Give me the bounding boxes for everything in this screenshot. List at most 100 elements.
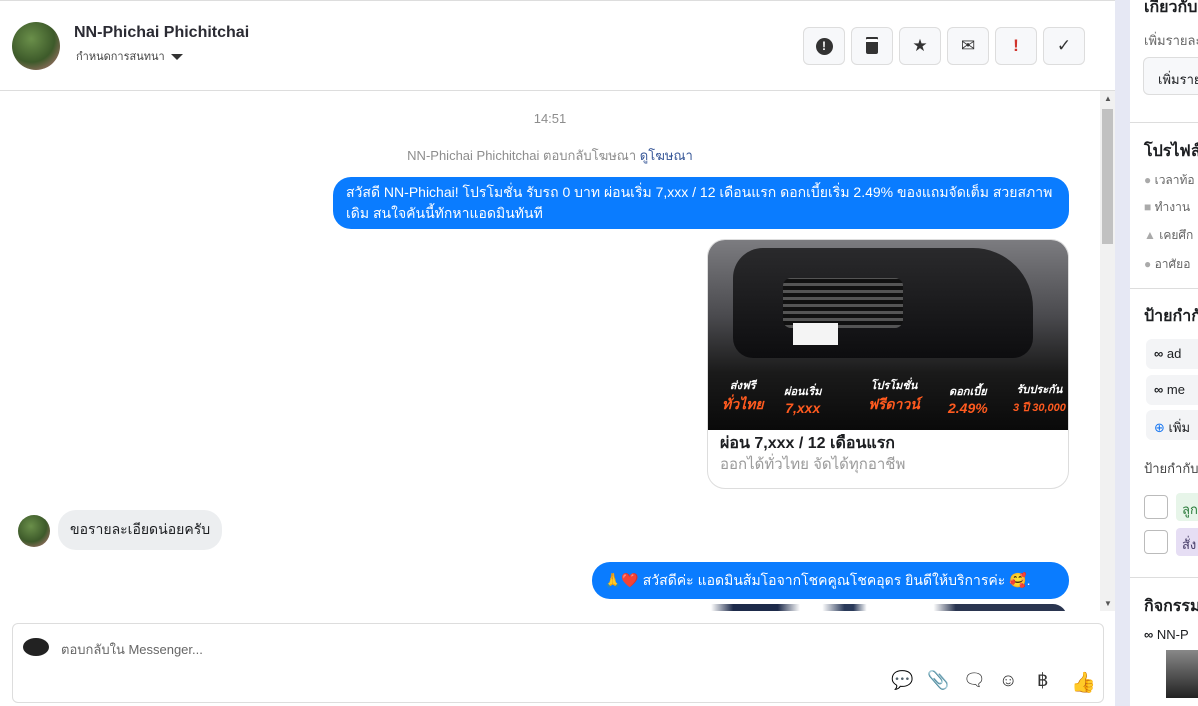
promo-title: ส่งฟรี	[729, 380, 756, 392]
promo-value: ฟรีดาวน์	[868, 396, 920, 412]
about-heading: เกี่ยวกับ	[1144, 0, 1198, 16]
alert-circle-icon: !	[815, 37, 833, 55]
add-label-text: เพิ่ม	[1168, 420, 1191, 435]
label-chip[interactable]: ∞ me	[1146, 375, 1198, 405]
label-checkbox[interactable]	[1144, 530, 1168, 554]
activity-label: NN-P	[1156, 627, 1189, 642]
spam-button[interactable]: !	[803, 27, 845, 65]
star-button[interactable]: ★	[899, 27, 941, 65]
car-image: ส่งฟรีทั่วไทย ผ่อนเริ่ม 7,xxx โปรโมชั่นฟร…	[708, 240, 1068, 430]
contact-name[interactable]: NN-Phichai Phichitchai	[74, 24, 249, 42]
sender-avatar	[18, 515, 50, 547]
conversation-panel: NN-Phichai Phichitchai กำหนดการสนทนา ! ★…	[0, 0, 1115, 706]
emoji-icon[interactable]: ☺	[999, 670, 1017, 691]
image-preview[interactable]	[622, 604, 1067, 611]
clock-icon: ●	[1144, 173, 1152, 187]
meta-icon: ∞	[1144, 627, 1154, 642]
attachment-icon[interactable]: 📎	[927, 670, 949, 691]
chip-label: me	[1166, 382, 1185, 397]
profile-row-label: เวลาท้อ	[1154, 173, 1195, 187]
thumbs-up-icon[interactable]: 👍	[1071, 670, 1096, 695]
profile-row-label: เคยศึก	[1159, 228, 1194, 242]
label-chip[interactable]: ∞ ad	[1146, 339, 1198, 369]
about-hint: เพิ่มรายละ	[1144, 33, 1198, 48]
profile-row-time: ● เวลาท้อ	[1144, 171, 1195, 190]
promo-item: โปรโมชั่นฟรีดาวน์	[868, 376, 920, 416]
conversation-header: NN-Phichai Phichitchai กำหนดการสนทนา ! ★…	[0, 1, 1115, 91]
outgoing-message: 🙏❤️ สวัสดีค่ะ แอดมินส้มโอจากโชคคูณโชคอุด…	[592, 562, 1069, 599]
graduation-cap-icon: ▲	[1144, 228, 1156, 242]
promo-title: ผ่อนเริ่ม	[784, 386, 822, 398]
ad-reply-text: NN-Phichai Phichitchai ตอบกลับโฆษณา	[407, 148, 637, 163]
star-icon: ★	[912, 36, 928, 55]
promo-title: รับประกัน	[1016, 384, 1063, 396]
profile-heading: โปรไฟล์	[1144, 143, 1198, 160]
divider	[1130, 577, 1198, 578]
chat-bubble-icon[interactable]: 🗨	[963, 670, 986, 691]
promo-title: โปรโมชั่น	[870, 380, 918, 392]
scrollbar-thumb[interactable]	[1102, 109, 1113, 244]
chip-label: ad	[1166, 346, 1182, 361]
plus-circle-icon: ⊕	[1154, 420, 1165, 435]
caret-down-icon	[170, 54, 183, 61]
follow-up-button[interactable]: !	[995, 27, 1037, 65]
mark-unread-button[interactable]: ✉	[947, 27, 989, 65]
label-checkbox[interactable]	[1144, 495, 1168, 519]
promo-value: ทั่วไทย	[722, 396, 764, 412]
promo-title: ดอกเบี้ย	[949, 386, 987, 398]
activity-item: ∞ NN-P	[1144, 627, 1189, 642]
promo-item: ผ่อนเริ่ม 7,xxx	[784, 382, 822, 416]
view-ad-link[interactable]: ดูโฆษณา	[640, 148, 693, 163]
license-plate	[793, 323, 838, 345]
promo-value: 2.49%	[948, 400, 988, 416]
car-grille	[783, 278, 903, 328]
labels-heading: ป้ายกำกั	[1144, 308, 1198, 325]
incoming-message: ขอรายละเอียดน่อยครับ	[58, 510, 223, 550]
trash-icon	[866, 38, 878, 54]
activity-heading: กิจกรรม	[1144, 598, 1198, 615]
page-avatar	[23, 638, 49, 656]
mark-done-button[interactable]: ✓	[1043, 27, 1085, 65]
promo-item: ส่งฟรีทั่วไทย	[722, 376, 764, 416]
promo-item: ดอกเบี้ย 2.49%	[948, 382, 988, 416]
briefcase-icon: ■	[1144, 200, 1152, 214]
ad-reply-notice: NN-Phichai Phichitchai ตอบกลับโฆษณา ดูโฆ…	[0, 145, 1100, 166]
ad-card[interactable]: ส่งฟรีทั่วไทย ผ่อนเริ่ม 7,xxx โปรโมชั่นฟร…	[707, 239, 1069, 489]
scroll-up-icon[interactable]: ▲	[1104, 94, 1112, 103]
tag-order[interactable]: สั่ง	[1176, 528, 1198, 556]
promo-item: รับประกัน 3 ปี 30,000	[1013, 380, 1066, 416]
schedule-dropdown[interactable]: กำหนดการสนทนา	[76, 47, 183, 65]
panel-divider	[1115, 0, 1130, 706]
baht-icon[interactable]: ฿	[1037, 670, 1048, 691]
exclamation-icon: !	[1013, 36, 1019, 55]
profile-row-label: อาศัยอ	[1154, 257, 1191, 271]
delete-button[interactable]	[851, 27, 893, 65]
envelope-icon: ✉	[960, 36, 976, 55]
check-icon: ✓	[1056, 36, 1072, 55]
message-list: 14:51 NN-Phichai Phichitchai ตอบกลับโฆษณ…	[0, 91, 1100, 611]
schedule-label: กำหนดการสนทนา	[76, 51, 165, 63]
car-shape	[733, 248, 1033, 358]
contact-details-sidebar: เกี่ยวกับ เพิ่มรายละ เพิ่มราย โปรไฟล์ ● …	[1130, 0, 1198, 706]
meta-icon: ∞	[1154, 382, 1164, 397]
card-subtitle: ออกได้ทั่วไทย จัดได้ทุกอาชีพ	[720, 456, 906, 473]
profile-row-work: ■ ทำงาน	[1144, 198, 1190, 217]
saved-reply-icon[interactable]: 💬	[891, 670, 913, 691]
reply-input[interactable]: ตอบกลับใน Messenger...	[61, 639, 203, 660]
add-label-button[interactable]: ⊕ เพิ่ม	[1146, 410, 1198, 440]
activity-thumbnail[interactable]	[1166, 650, 1198, 698]
avatar[interactable]	[12, 22, 60, 70]
chat-scrollbar[interactable]: ▲ ▼	[1100, 91, 1115, 611]
add-details-button[interactable]: เพิ่มราย	[1143, 57, 1198, 95]
reply-composer[interactable]: ตอบกลับใน Messenger... 💬 📎 🗨 ☺ ฿ 👍	[12, 623, 1104, 703]
scroll-down-icon[interactable]: ▼	[1104, 599, 1112, 608]
tag-customer[interactable]: ลูก	[1176, 493, 1198, 521]
promo-value: 7,xxx	[785, 400, 821, 416]
outgoing-message: สวัสดี NN-Phichai! โปรโมชั่น รับรถ 0 บาท…	[333, 177, 1069, 229]
profile-row-label: ทำงาน	[1154, 200, 1191, 214]
timestamp: 14:51	[533, 111, 567, 126]
profile-row-education: ▲ เคยศึก	[1144, 226, 1193, 245]
location-pin-icon: ●	[1144, 257, 1152, 271]
promo-value: 3 ปี 30,000	[1013, 402, 1066, 414]
meta-icon: ∞	[1154, 346, 1164, 361]
